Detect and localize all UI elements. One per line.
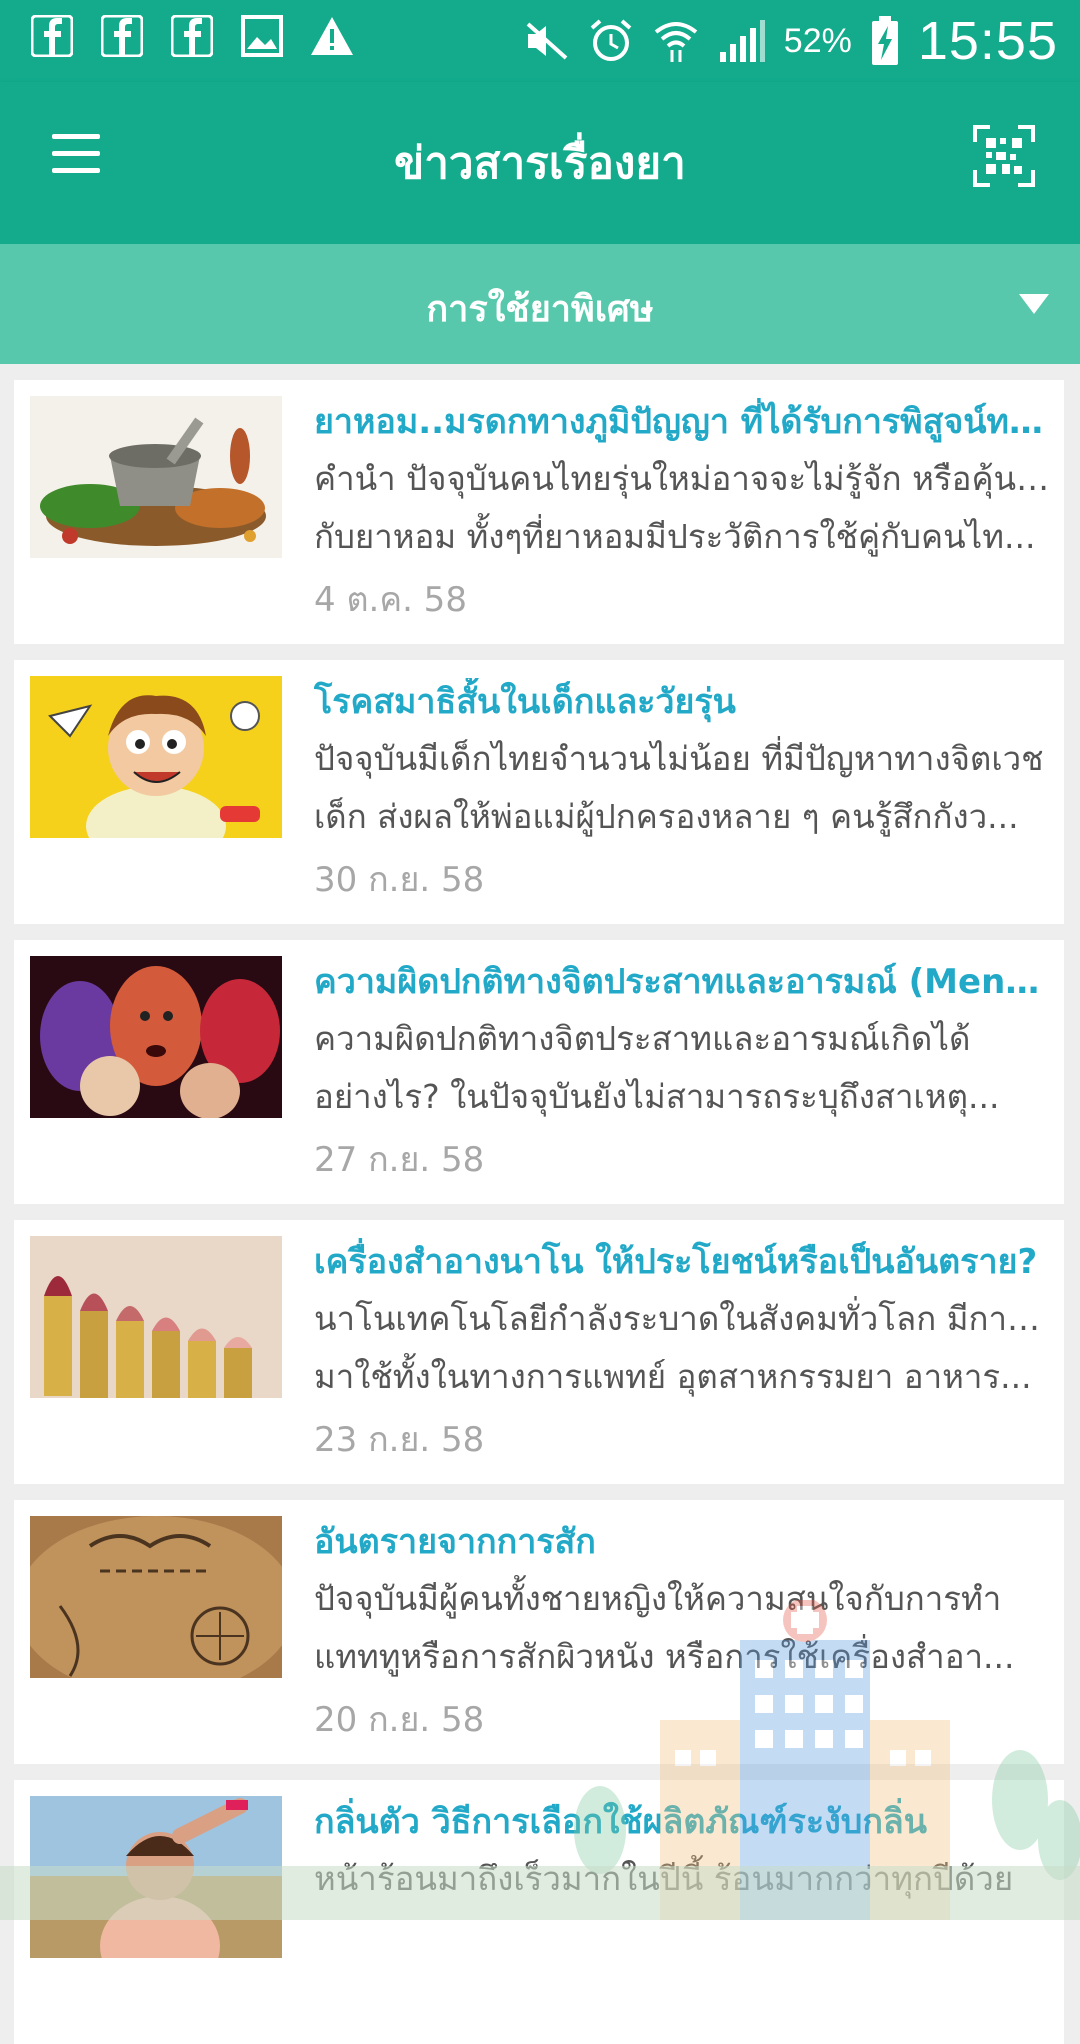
excerpt-line: มาใช้ทั้งในทางการแพทย์ อุตสาหกรรมยา อาหา… bbox=[314, 1357, 1032, 1396]
battery-percentage: 52% bbox=[783, 21, 852, 60]
battery-charging-icon bbox=[871, 16, 898, 65]
article-title: เครื่องสำอางนาโน ให้ประโยชน์หรือเป็นอันต… bbox=[314, 1242, 1038, 1282]
distressed-faces-image bbox=[30, 956, 282, 1118]
article-excerpt: ปัจจุบันมีเด็กไทยจำนวนไม่น้อย ที่มีปัญหา… bbox=[314, 730, 1050, 846]
facebook-icon bbox=[28, 12, 76, 60]
excerpt-line: คำนำ ปัจจุบันคนไทยรุ่นใหม่อาจจะไม่รู้จัก… bbox=[314, 459, 1050, 498]
article-excerpt: ความผิดปกติทางจิตประสาทและอารมณ์เกิดได้ … bbox=[314, 1010, 1050, 1126]
article-title: กลิ่นตัว วิธีการเลือกใช้ผลิตภัณฑ์ระงับกล… bbox=[314, 1802, 927, 1842]
excerpt-line: ปัจจุบันมีผู้คนทั้งชายหญิงให้ความสนใจกับ… bbox=[314, 1579, 1002, 1618]
excerpt-line: ความผิดปกติทางจิตประสาทและอารมณ์เกิดได้ bbox=[314, 1019, 971, 1058]
bottom-fade-overlay bbox=[0, 1866, 1080, 1920]
page-title: ข่าวสารเรื่องยา bbox=[394, 138, 686, 189]
image-icon bbox=[238, 12, 286, 60]
facebook-icon bbox=[98, 12, 146, 60]
mute-icon bbox=[526, 22, 568, 60]
cartoon-boy-image bbox=[30, 676, 282, 838]
excerpt-line: เด็ก ส่งผลให้พ่อแม่ผู้ปกครองหลาย ๆ คนรู้… bbox=[314, 797, 1019, 836]
article-date: 4 ต.ค. 58 bbox=[314, 580, 467, 620]
excerpt-line: นาโนเทคโนโลยีกำลังระบาดในสังคมทั่วโลก มี… bbox=[314, 1299, 1050, 1338]
facebook-icon bbox=[168, 12, 216, 60]
tattoo-image bbox=[30, 1516, 282, 1678]
lipsticks-image bbox=[30, 1236, 282, 1398]
wifi-icon bbox=[654, 22, 698, 62]
qr-code-scan-icon[interactable] bbox=[972, 124, 1036, 188]
alarm-icon bbox=[590, 19, 632, 61]
article-card[interactable]: เครื่องสำอางนาโน ให้ประโยชน์หรือเป็นอันต… bbox=[14, 1220, 1064, 1484]
excerpt-line: ปัจจุบันมีเด็กไทยจำนวนไม่น้อย ที่มีปัญหา… bbox=[314, 739, 1044, 778]
system-status: 52% 15:55 bbox=[524, 6, 1058, 76]
article-excerpt: คำนำ ปัจจุบันคนไทยรุ่นใหม่อาจจะไม่รู้จัก… bbox=[314, 450, 1050, 566]
article-card[interactable]: ยาหอม..มรดกทางภูมิปัญญา ที่ได้รับการพิสู… bbox=[14, 380, 1064, 644]
herbal-mortar-image bbox=[30, 396, 282, 558]
dropdown-triangle-icon bbox=[1019, 294, 1049, 314]
article-title: ความผิดปกติทางจิตประสาทและอารมณ์ (Mental… bbox=[314, 962, 1050, 1002]
article-excerpt: ปัจจุบันมีผู้คนทั้งชายหญิงให้ความสนใจกับ… bbox=[314, 1570, 1050, 1686]
excerpt-line: อย่างไร? ในปัจจุบันยังไม่สามารถระบุถึงสา… bbox=[314, 1077, 1000, 1116]
article-card[interactable]: ความผิดปกติทางจิตประสาทและอารมณ์ (Mental… bbox=[14, 940, 1064, 1204]
article-date: 30 ก.ย. 58 bbox=[314, 860, 485, 900]
excerpt-line: แทททูหรือการสักผิวหนัง หรือการใช้เครื่อง… bbox=[314, 1637, 1015, 1676]
excerpt-line: กับยาหอม ทั้งๆที่ยาหอมมีประวัติการใช้คู่… bbox=[314, 517, 1036, 556]
category-dropdown[interactable]: การใช้ยาพิเศษ bbox=[0, 244, 1080, 364]
article-title: อันตรายจากการสัก bbox=[314, 1522, 596, 1562]
notification-icons bbox=[28, 12, 356, 60]
status-bar: 52% 15:55 bbox=[0, 0, 1080, 82]
article-card[interactable]: โรคสมาธิสั้นในเด็กและวัยรุ่น ปัจจุบันมีเ… bbox=[14, 660, 1064, 924]
article-title: ยาหอม..มรดกทางภูมิปัญญา ที่ได้รับการพิสู… bbox=[314, 402, 1050, 442]
clock: 15:55 bbox=[917, 11, 1058, 71]
article-card[interactable]: อันตรายจากการสัก ปัจจุบันมีผู้คนทั้งชายห… bbox=[14, 1500, 1064, 1764]
article-date: 20 ก.ย. 58 bbox=[314, 1700, 485, 1740]
signal-icon bbox=[719, 20, 765, 62]
category-selected-label: การใช้ยาพิเศษ bbox=[426, 289, 654, 330]
article-excerpt: นาโนเทคโนโลยีกำลังระบาดในสังคมทั่วโลก มี… bbox=[314, 1290, 1050, 1406]
article-date: 23 ก.ย. 58 bbox=[314, 1420, 485, 1460]
app-bar: ข่าวสารเรื่องยา bbox=[0, 82, 1080, 244]
article-title: โรคสมาธิสั้นในเด็กและวัยรุ่น bbox=[314, 682, 736, 722]
article-date: 27 ก.ย. 58 bbox=[314, 1140, 485, 1180]
warning-icon bbox=[308, 12, 356, 60]
